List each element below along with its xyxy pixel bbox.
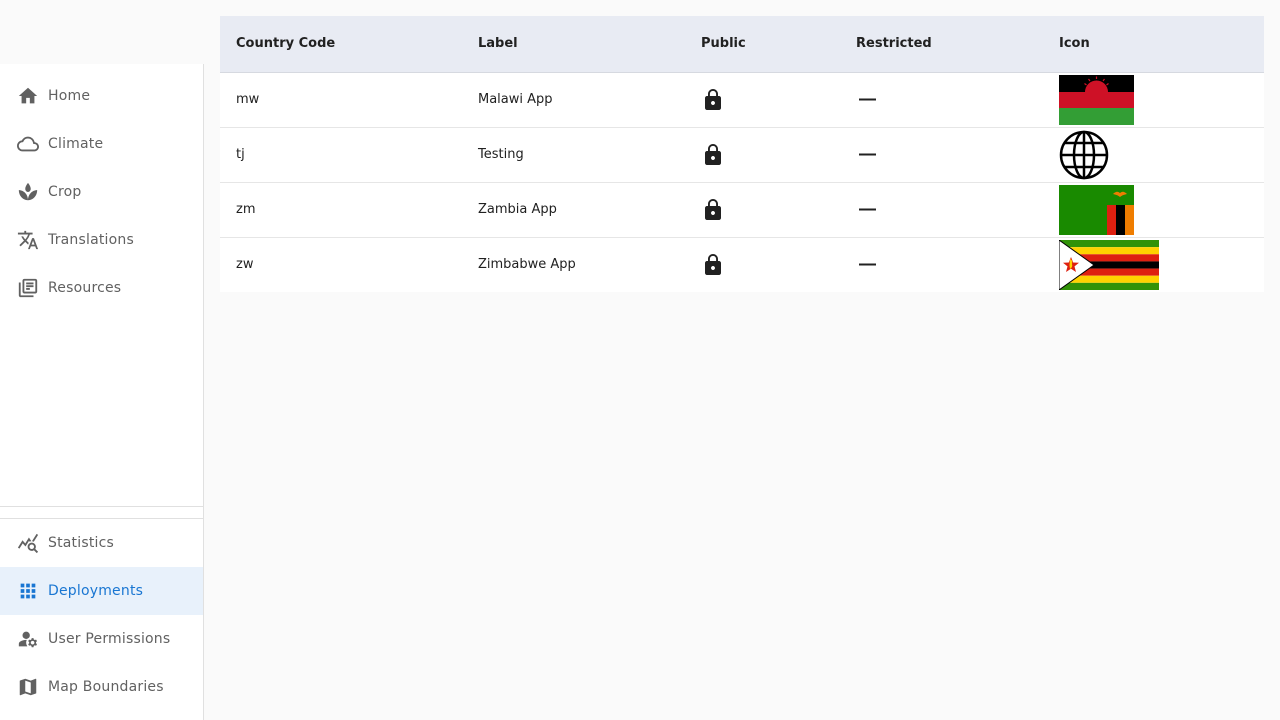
sidebar-item-label: Deployments [48,583,144,599]
icon-cell [1043,237,1264,292]
map-icon [16,675,40,699]
country-code-cell: zm [220,182,462,238]
sidebar-item-label: Statistics [48,535,114,551]
sidebar-item-resources[interactable]: Resources [0,264,203,312]
zambia-flag-icon [1059,184,1134,235]
restricted-cell [840,72,1043,128]
sidebar-item-label: Crop [48,184,82,200]
home-icon [16,84,40,108]
sidebar-divider [0,506,203,507]
lock-icon [701,88,840,112]
dash-icon [856,198,1043,222]
public-cell [685,127,840,183]
lock-icon [701,143,840,167]
sidebar: Home Climate Crop Translations Resources… [0,0,204,720]
sidebar-item-statistics[interactable]: Statistics [0,519,203,567]
lock-icon [701,253,840,277]
translate-icon [16,228,40,252]
public-cell [685,182,840,238]
column-header-label[interactable]: Label [462,16,685,73]
dash-icon [856,253,1043,277]
sidebar-item-label: User Permissions [48,631,171,647]
column-header-icon[interactable]: Icon [1043,16,1264,73]
country-code-cell: tj [220,127,462,183]
icon-cell [1043,72,1264,128]
sidebar-item-user-permissions[interactable]: User Permissions [0,615,203,663]
label-cell: Testing [462,127,685,183]
public-cell [685,237,840,292]
sidebar-item-label: Translations [48,232,134,248]
country-code-cell: zw [236,257,254,273]
label-cell: Malawi App [462,72,685,128]
table-row[interactable]: mw Malawi App [220,72,1264,128]
country-code-cell: mw [220,72,462,128]
table-row[interactable]: zw Zimbabwe App [220,237,1264,292]
sprout-icon [16,180,40,204]
lock-icon [701,198,840,222]
sidebar-item-label: Map Boundaries [48,679,164,695]
cloud-icon [16,132,40,156]
sidebar-item-label: Home [48,88,91,104]
icon-cell [1043,182,1264,238]
icon-cell [1043,127,1264,183]
query-stats-icon [16,531,40,555]
restricted-cell [840,127,1043,183]
sidebar-item-climate[interactable]: Climate [0,120,203,168]
dash-icon [856,88,1043,112]
globe-icon [1059,130,1109,179]
public-cell [685,72,840,128]
sidebar-item-map-boundaries[interactable]: Map Boundaries [0,663,203,711]
restricted-cell [840,237,1043,292]
column-header-public[interactable]: Public [685,16,840,73]
sidebar-header [0,0,204,64]
table-row[interactable]: tj Testing [220,127,1264,183]
column-header-restricted[interactable]: Restricted [840,16,1043,73]
manage-accounts-icon [16,627,40,651]
sidebar-item-home[interactable]: Home [0,72,203,120]
dash-icon [856,143,1043,167]
restricted-cell [840,182,1043,238]
library-books-icon [16,276,40,300]
label-cell: Zambia App [462,182,685,238]
sidebar-item-crop[interactable]: Crop [0,168,203,216]
zimbabwe-flag-icon [1059,239,1159,290]
sidebar-item-label: Resources [48,280,122,296]
sidebar-item-deployments[interactable]: Deployments [0,567,203,615]
apps-grid-icon [16,579,40,603]
label-cell: Zimbabwe App [478,257,576,273]
table-row[interactable]: zm Zambia App [220,182,1264,238]
table-header-row: Country Code Label Public Restricted Ico… [220,16,1264,73]
sidebar-item-label: Climate [48,136,104,152]
malawi-flag-icon [1059,74,1134,125]
sidebar-item-translations[interactable]: Translations [0,216,203,264]
column-header-country-code[interactable]: Country Code [220,16,462,73]
deployments-table: Country Code Label Public Restricted Ico… [220,16,1264,292]
